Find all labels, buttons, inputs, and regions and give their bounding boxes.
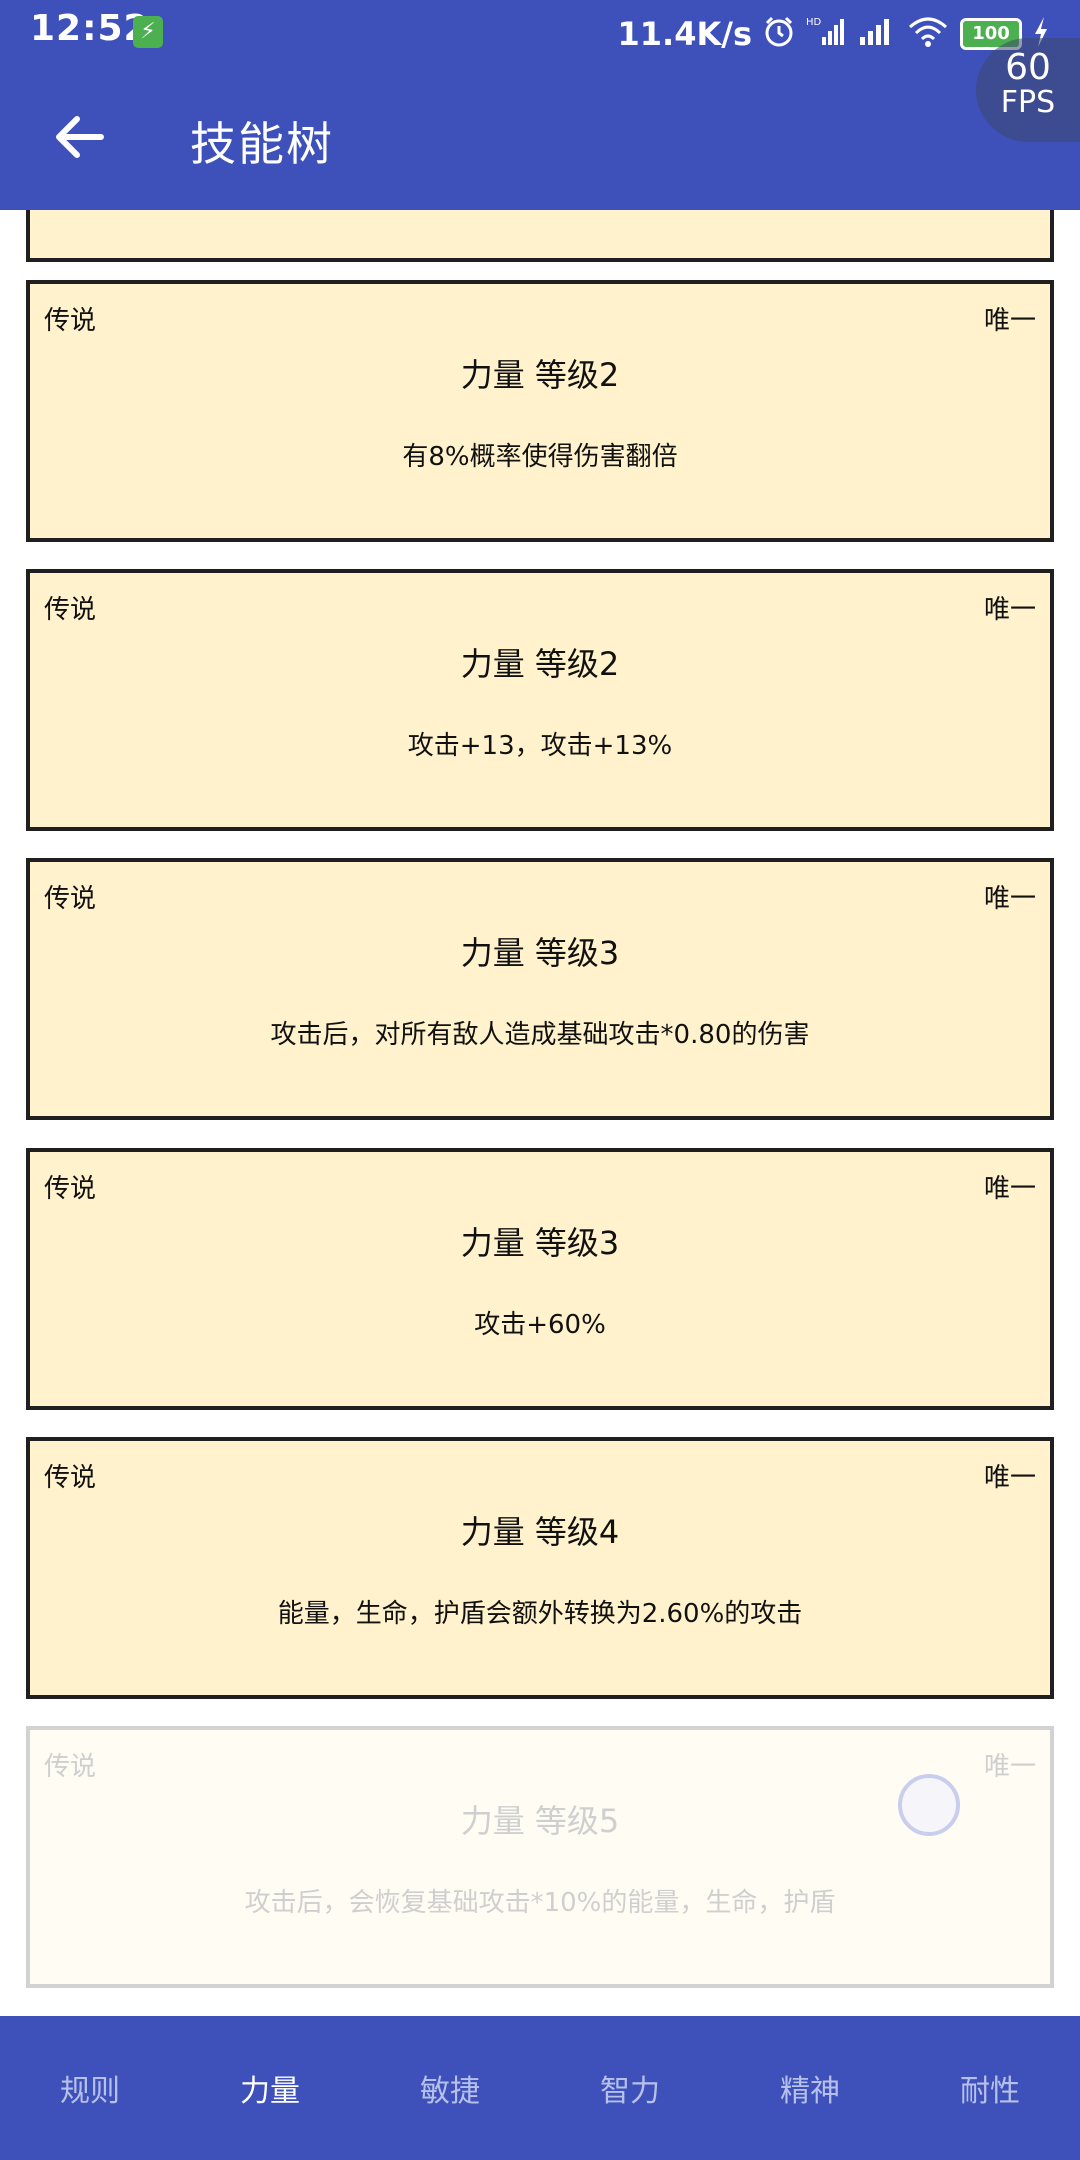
card-title: 力量 等级5 — [460, 1802, 620, 1840]
card-unique-tag: 唯一 — [983, 306, 1036, 336]
status-time: 12:52 — [30, 8, 150, 49]
skill-card[interactable]: 传说 唯一 力量 等级2 有8%概率使得伤害翻倍 — [26, 280, 1054, 542]
signal-icon — [856, 15, 896, 53]
fps-label: FPS — [1000, 85, 1056, 120]
fps-value: 60 — [1005, 47, 1051, 88]
card-title: 力量 等级2 — [460, 645, 620, 683]
tab-spirit[interactable]: 精神 — [720, 2016, 900, 2160]
card-unique-tag: 唯一 — [983, 595, 1036, 625]
status-bar: 12:52 ⚡ 11.4K/s HD 100 — [0, 0, 1080, 68]
card-description: 能量，生命，护盾会额外转换为2.60%的攻击 — [277, 1599, 803, 1629]
skill-card-locked[interactable]: 传说 唯一 力量 等级5 攻击后，会恢复基础攻击*10%的能量，生命，护盾 — [26, 1726, 1054, 1988]
charging-icon: ⚡ — [133, 16, 163, 48]
skill-card-list[interactable]: 传说 唯一 力量 等级2 有8%概率使得伤害翻倍 传说 唯一 力量 等级2 攻击… — [0, 210, 1080, 2016]
card-description: 有8%概率使得伤害翻倍 — [402, 442, 678, 472]
card-title: 力量 等级3 — [460, 934, 620, 972]
arrow-left-icon — [53, 114, 105, 164]
card-unique-tag: 唯一 — [983, 1752, 1036, 1782]
card-description: 攻击+60% — [474, 1310, 606, 1340]
skill-card[interactable]: 传说 唯一 力量 等级3 攻击后，对所有敌人造成基础攻击*0.80的伤害 — [26, 858, 1054, 1120]
top-app-bar: 12:52 ⚡ 11.4K/s HD 100 技能树 — [0, 0, 1080, 210]
skill-tree-screen: 12:52 ⚡ 11.4K/s HD 100 技能树 60 FPS 传说 唯一 … — [0, 0, 1080, 2160]
svg-text:HD: HD — [806, 17, 822, 28]
fps-counter[interactable]: 60 FPS — [976, 38, 1080, 142]
tab-rules[interactable]: 规则 — [0, 2016, 180, 2160]
card-description: 攻击后，会恢复基础攻击*10%的能量，生命，护盾 — [244, 1888, 836, 1918]
card-title: 力量 等级2 — [460, 356, 620, 394]
card-unique-tag: 唯一 — [983, 1463, 1036, 1493]
page-title: 技能树 — [190, 117, 334, 171]
card-rarity: 传说 — [44, 884, 97, 914]
network-speed: 11.4K/s — [617, 15, 752, 53]
card-rarity: 传说 — [44, 1463, 97, 1493]
card-rarity: 传说 — [44, 1174, 97, 1204]
wifi-icon — [906, 15, 950, 53]
card-title: 力量 等级3 — [460, 1224, 620, 1262]
alarm-icon — [762, 15, 796, 53]
card-description: 攻击后，对所有敌人造成基础攻击*0.80的伤害 — [270, 1020, 810, 1050]
skill-card[interactable]: 传说 唯一 力量 等级2 攻击+13，攻击+13% — [26, 569, 1054, 831]
skill-card-partial[interactable] — [26, 210, 1054, 262]
bottom-tab-bar: 规则 力量 敏捷 智力 精神 耐性 — [0, 2016, 1080, 2160]
tab-agility[interactable]: 敏捷 — [360, 2016, 540, 2160]
card-rarity: 传说 — [44, 595, 97, 625]
card-unique-tag: 唯一 — [983, 1174, 1036, 1204]
card-rarity: 传说 — [44, 1752, 97, 1782]
card-description: 攻击+13，攻击+13% — [407, 731, 673, 761]
tab-endurance[interactable]: 耐性 — [900, 2016, 1080, 2160]
tab-strength[interactable]: 力量 — [180, 2016, 360, 2160]
skill-card[interactable]: 传说 唯一 力量 等级4 能量，生命，护盾会额外转换为2.60%的攻击 — [26, 1437, 1054, 1699]
skill-card[interactable]: 传说 唯一 力量 等级3 攻击+60% — [26, 1148, 1054, 1410]
hd-signal-icon: HD — [806, 15, 846, 53]
card-title: 力量 等级4 — [460, 1513, 620, 1551]
card-unique-tag: 唯一 — [983, 884, 1036, 914]
touch-ripple — [898, 1774, 960, 1836]
card-rarity: 传说 — [44, 306, 97, 336]
tab-intelligence[interactable]: 智力 — [540, 2016, 720, 2160]
back-button[interactable] — [44, 104, 114, 174]
